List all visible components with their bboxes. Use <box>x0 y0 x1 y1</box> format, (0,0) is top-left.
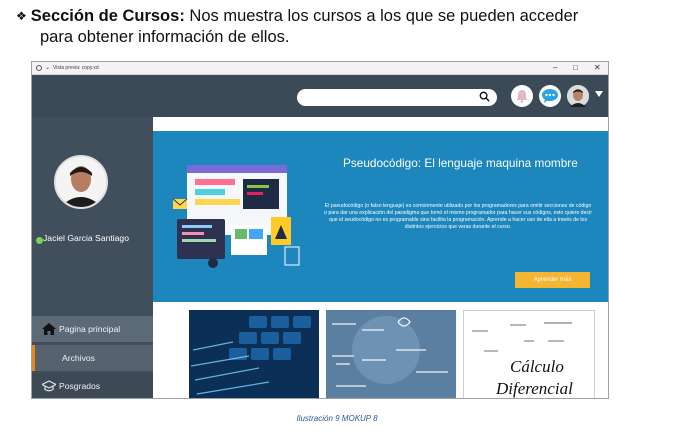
maximize-button[interactable]: □ <box>573 63 578 72</box>
calc-title-line2: Diferencial <box>496 379 573 398</box>
window-title: Vista previa: copy.xd <box>53 65 99 71</box>
banner-panel: Pseudocódigo: El lenguaje maquina mombre… <box>153 131 608 302</box>
learn-more-button[interactable]: Aprender más <box>515 272 590 288</box>
course-banner: Pseudocódigo: El lenguaje maquina mombre… <box>153 117 608 302</box>
sidebar: Jaciel Garcia Santiago Pagina principal … <box>32 117 153 398</box>
online-status-icon <box>36 237 43 244</box>
minimize-button[interactable]: – <box>553 63 557 72</box>
course-description: El pseudocódigo (o falso lenguaje) es co… <box>324 203 592 230</box>
avatar-small <box>567 85 589 107</box>
chat-bubble-icon <box>542 89 558 103</box>
app-content: Jaciel Garcia Santiago Pagina principal … <box>32 75 608 398</box>
math-formulas-image <box>326 310 456 398</box>
course-card-statistics[interactable] <box>326 310 456 398</box>
heading-bold: Sección de Cursos: <box>30 7 185 25</box>
bullet-icon: ❖ <box>16 9 27 23</box>
user-photo <box>56 157 106 207</box>
course-card-programming[interactable] <box>189 310 319 398</box>
graduation-cap-icon <box>42 380 56 392</box>
keyboard-code-image <box>189 310 319 398</box>
window-titlebar: ⌄ Vista previa: copy.xd – □ ✕ <box>32 62 608 75</box>
course-cards: Cálculo Diferencial <box>153 302 608 398</box>
user-name: Jaciel Garcia Santiago <box>43 233 129 243</box>
heading-line2: para obtener información de ellos. <box>40 28 290 46</box>
figure-caption: Ilustración 9 MOKUP 8 <box>296 414 378 423</box>
close-button[interactable]: ✕ <box>594 63 601 72</box>
coding-illustration <box>173 165 300 268</box>
home-icon <box>42 323 56 335</box>
sidebar-item-home[interactable]: Pagina principal <box>32 316 153 342</box>
course-card-calculus[interactable]: Cálculo Diferencial <box>463 310 595 398</box>
search-icon[interactable] <box>479 91 490 102</box>
messages-button[interactable] <box>539 85 561 107</box>
calc-title-line1: Cálculo <box>510 357 564 376</box>
profile-menu-caret-icon[interactable] <box>595 91 603 97</box>
sidebar-item-label: Pagina principal <box>59 324 121 334</box>
section-heading: ❖ Sección de Cursos: Nos muestra los curs… <box>16 6 666 48</box>
app-icon <box>36 65 42 71</box>
notification-button[interactable] <box>511 85 533 107</box>
bell-icon <box>516 90 528 103</box>
calculus-formulas-image <box>472 322 572 352</box>
profile-avatar[interactable] <box>567 85 589 107</box>
top-bar <box>32 75 608 117</box>
course-title: Pseudocódigo: El lenguaje maquina mombre <box>343 156 578 170</box>
app-window: ⌄ Vista previa: copy.xd – □ ✕ Jaciel Gar… <box>31 61 609 399</box>
sidebar-item-postgrad[interactable]: Posgrados <box>32 373 153 398</box>
sidebar-item-files[interactable]: Archivos <box>32 345 153 371</box>
sidebar-item-label: Archivos <box>62 353 95 363</box>
chevron-down-icon[interactable]: ⌄ <box>45 64 50 71</box>
sidebar-item-label: Posgrados <box>59 381 101 391</box>
user-avatar <box>54 155 108 209</box>
banner-top-band <box>153 117 608 131</box>
search-input[interactable] <box>297 89 497 106</box>
heading-text: Nos muestra los cursos a los que se pued… <box>184 7 579 25</box>
